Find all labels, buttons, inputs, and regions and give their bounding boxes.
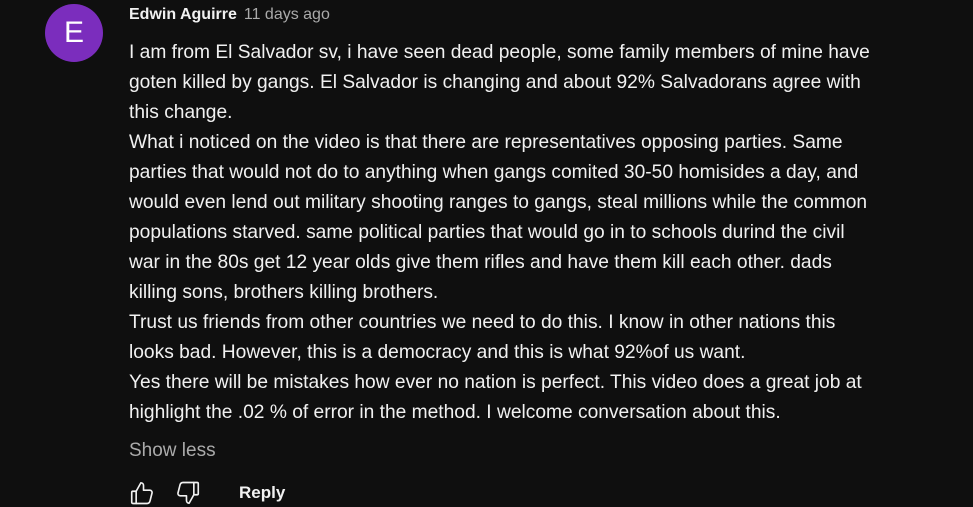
comment-text: I am from El Salvador sv, i have seen de… xyxy=(129,42,870,423)
comment-actions: Reply xyxy=(126,478,285,507)
avatar[interactable]: E xyxy=(45,4,103,62)
comment-time[interactable]: 11 days ago xyxy=(244,6,330,24)
comment-body: Edwin Aguirre 11 days ago I am from El S… xyxy=(129,6,959,466)
dislike-button[interactable] xyxy=(172,478,204,507)
thumbs-down-icon xyxy=(177,481,200,504)
author-name[interactable]: Edwin Aguirre xyxy=(129,6,237,24)
thumbs-up-icon xyxy=(130,482,153,505)
like-button[interactable] xyxy=(126,478,158,507)
show-less-button[interactable]: Show less xyxy=(129,436,959,466)
comment-thread: E Edwin Aguirre 11 days ago I am from El… xyxy=(0,0,973,507)
comment-header: Edwin Aguirre 11 days ago xyxy=(129,6,959,30)
reply-button[interactable]: Reply xyxy=(239,483,285,503)
avatar-letter: E xyxy=(63,16,84,49)
